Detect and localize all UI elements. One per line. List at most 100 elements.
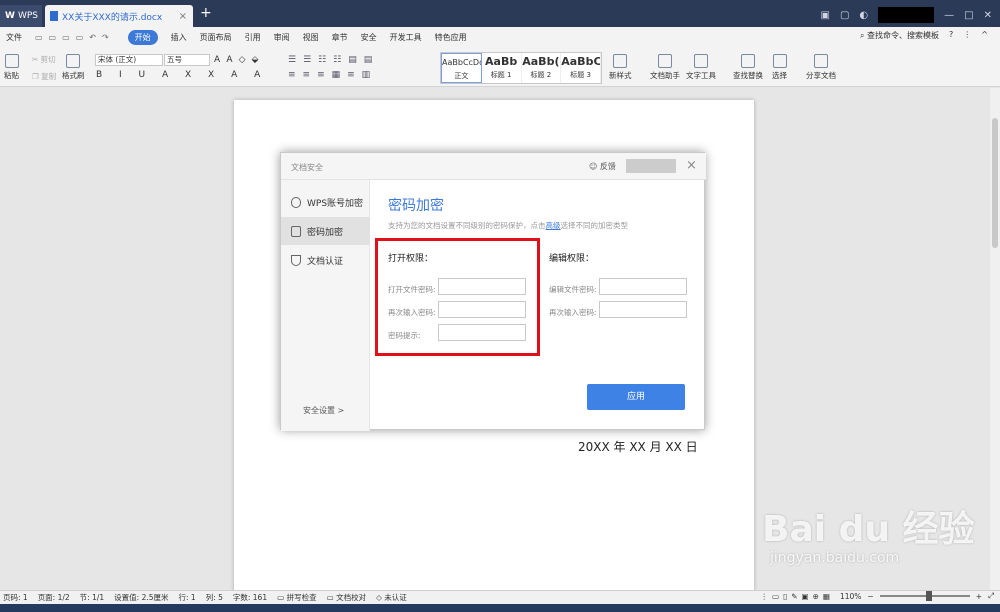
copy-button[interactable]: ❐ 复制 — [32, 71, 56, 82]
zoom-in-icon[interactable]: + — [976, 592, 982, 601]
lock-icon — [291, 225, 301, 237]
share-label: 分享文档 — [806, 71, 836, 80]
sidebar-item-wps-account[interactable]: WPS账号加密 — [281, 188, 370, 216]
cut-label: 剪切 — [40, 55, 56, 64]
style-normal-sample: AaBbCcDd — [442, 58, 482, 67]
menu-review[interactable]: 审阅 — [274, 32, 290, 43]
status-words[interactable]: 字数: 161 — [233, 592, 267, 603]
new-style-label: 新样式 — [609, 71, 632, 80]
cert-button[interactable]: ◇ 未认证 — [376, 592, 407, 603]
document-tab[interactable]: XX关于XXX的请示.docx × — [45, 5, 193, 27]
wps-tab-label: WPS — [17, 11, 38, 21]
sidebar-item-label: 文档认证 — [307, 256, 344, 267]
close-window-icon[interactable]: ✕ — [984, 10, 992, 21]
menu-chapter[interactable]: 章节 — [332, 32, 348, 43]
security-settings-link[interactable]: 安全设置 > — [303, 405, 344, 416]
status-setting: 设置值: 2.5厘米 — [114, 593, 169, 602]
select-button[interactable]: 选择 — [772, 54, 787, 81]
font-size-select[interactable]: 五号 — [164, 54, 210, 66]
style-heading2[interactable]: AaBb( 标题 2 — [522, 53, 562, 83]
sidebar-item-label: 密码加密 — [307, 227, 344, 238]
sidebar-item-password[interactable]: 密码加密 — [281, 217, 370, 245]
status-row: 行: 1 — [178, 593, 196, 602]
font-size-buttons[interactable]: AA◇⬙ — [214, 55, 264, 65]
menu-view[interactable]: 视图 — [303, 32, 319, 43]
menu-features[interactable]: 特色应用 — [435, 32, 467, 43]
collapse-icon[interactable]: ^ — [981, 30, 988, 41]
new-style-icon — [613, 54, 628, 68]
help-icon[interactable]: ? — [949, 30, 953, 41]
style-heading1-sample: AaBb — [485, 55, 518, 68]
status-pages: 页面: 1/2 — [37, 593, 70, 602]
style-normal-label: 正文 — [454, 72, 469, 80]
doc-helper-label: 文档助手 — [650, 71, 680, 80]
minimize-icon[interactable]: — — [944, 10, 954, 21]
apply-button[interactable]: 应用 — [587, 384, 685, 410]
highlight-box — [375, 238, 540, 356]
new-style-button[interactable]: 新样式 — [609, 54, 632, 81]
style-normal[interactable]: AaBbCcDd 正文 — [441, 53, 482, 83]
doc-file-icon — [50, 11, 58, 21]
dialog-close-icon[interactable]: × — [686, 158, 697, 173]
share-doc-button[interactable]: 分享文档 — [806, 54, 836, 81]
menu-security[interactable]: 安全 — [361, 32, 377, 43]
cert-label: 未认证 — [384, 593, 407, 602]
text-tools-button[interactable]: 文字工具 — [686, 54, 716, 81]
wps-home-tab[interactable]: W WPS — [0, 5, 42, 27]
doc-helper-button[interactable]: 文档助手 — [650, 54, 680, 81]
edit-password-label: 编辑文件密码: — [549, 285, 597, 294]
advanced-link[interactable]: 高级 — [546, 221, 561, 230]
menu-file[interactable]: 文件 — [6, 32, 22, 43]
maximize-icon[interactable]: □ — [964, 10, 973, 21]
vertical-scroll-thumb[interactable] — [992, 118, 998, 248]
menu-layout[interactable]: 页面布局 — [200, 32, 232, 43]
edit-repeat-input[interactable] — [599, 301, 687, 318]
feedback-link[interactable]: ☺ 反馈 — [589, 161, 616, 172]
view-mode-icons[interactable]: ⋮▭▯✎▣⊕▦ — [760, 592, 833, 601]
fit-icon[interactable]: ⤢ — [988, 591, 994, 601]
format-painter-label: 格式刷 — [62, 71, 85, 80]
font-format-buttons[interactable]: B I U A X X A A — [96, 70, 267, 80]
style-heading1[interactable]: AaBb 标题 1 — [482, 53, 522, 83]
edit-permission-title: 编辑权限： — [549, 254, 595, 264]
zoom-slider[interactable] — [879, 591, 970, 601]
menu-insert[interactable]: 插入 — [171, 32, 187, 43]
font-family-select[interactable]: 宋体 (正文) — [95, 54, 163, 66]
sidebar-item-certify[interactable]: 文档认证 — [281, 246, 370, 274]
proof-button[interactable]: ▭ 文档校对 — [327, 592, 366, 603]
new-tab-button[interactable]: + — [200, 5, 212, 21]
paragraph-buttons-bottom[interactable]: ≡≡≡▦≡▥ — [288, 70, 377, 80]
paste-label: 粘贴 — [4, 71, 19, 80]
dialog-title-bar: 文档安全 ☺ 反馈 × — [281, 153, 706, 180]
desc-text-after: 选择不同的加密类型 — [560, 221, 629, 230]
search-command[interactable]: ⌕ 查找命令、搜索模板 — [860, 30, 939, 41]
menu-start-tab[interactable]: 开始 — [127, 29, 158, 45]
style-heading2-label: 标题 2 — [530, 71, 552, 79]
zoom-level[interactable]: 110% — [840, 592, 861, 601]
menu-developer[interactable]: 开发工具 — [390, 32, 422, 43]
more-icon[interactable]: ⋮ — [963, 30, 971, 41]
skin-icon[interactable]: ▣ — [821, 10, 830, 21]
format-painter-button[interactable]: 格式刷 — [62, 54, 85, 81]
paragraph-buttons-top[interactable]: ☰☰☷☷▤▤ — [288, 55, 379, 65]
edit-password-input[interactable] — [599, 278, 687, 295]
doc-icon[interactable]: ▢ — [840, 10, 849, 21]
spell-check-button[interactable]: ▭ 拼写检查 — [277, 592, 316, 603]
menu-references[interactable]: 引用 — [245, 32, 261, 43]
status-right: ⋮▭▯✎▣⊕▦ 110% − + ⤢ — [760, 591, 994, 601]
style-heading1-label: 标题 1 — [490, 71, 512, 79]
user-icon[interactable]: ◐ — [859, 10, 868, 21]
zoom-slider-thumb[interactable] — [925, 591, 932, 601]
status-page: 页码: 1 — [3, 593, 28, 602]
paste-button[interactable]: 粘贴 — [4, 54, 19, 81]
user-icon — [291, 196, 301, 208]
edit-repeat-label: 再次输入密码: — [549, 308, 597, 317]
search-command-label: 查找命令、搜索模板 — [867, 31, 940, 40]
close-tab-icon[interactable]: × — [179, 11, 187, 22]
style-heading2-sample: AaBb( — [522, 55, 560, 68]
find-replace-button[interactable]: 查找替换 — [733, 54, 763, 81]
zoom-out-icon[interactable]: − — [867, 592, 873, 601]
cut-button[interactable]: ✂ 剪切 — [32, 54, 56, 65]
menu-right: ⌕ 查找命令、搜索模板 ? ⋮ ^ — [860, 30, 988, 41]
style-heading3[interactable]: AaBbC 标题 3 — [561, 53, 601, 83]
